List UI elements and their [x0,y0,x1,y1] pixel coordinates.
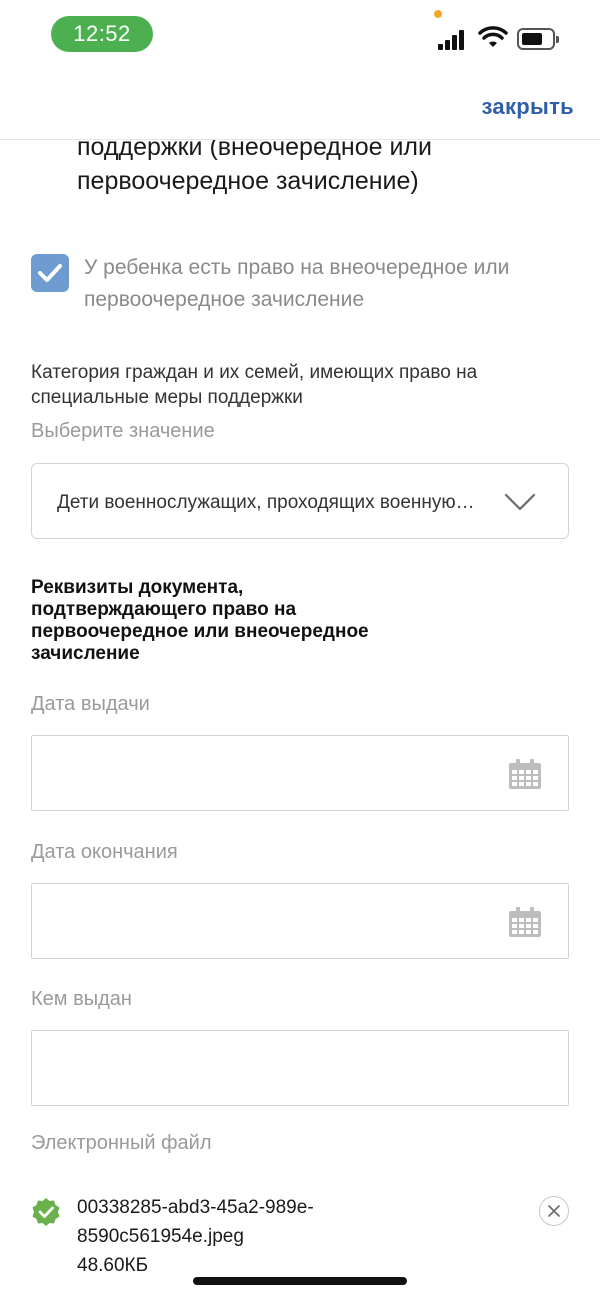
status-bar: 12:52 [0,0,600,70]
file-name: 00338285-abd3-45a2-989e-8590c561954e.jpe… [77,1197,314,1247]
priority-checkbox-label: У ребенка есть право на внеочередное или… [84,256,510,311]
document-section-title: Реквизиты документа, подтверждающего пра… [31,577,369,664]
cellular-signal-icon [438,30,468,50]
battery-icon [517,28,559,50]
category-label: Категория граждан и их семей, имеющих пр… [31,362,478,408]
file-size: 48.60КБ [77,1255,149,1276]
end-date-input[interactable] [31,883,569,959]
home-indicator[interactable] [193,1277,407,1285]
chevron-down-icon [504,493,536,511]
calendar-icon[interactable] [508,758,542,790]
close-icon [548,1205,560,1217]
category-selected-value: Дети военнослужащих, проходящих военную … [57,492,477,513]
issued-by-input[interactable] [31,1030,569,1106]
category-hint: Выберите значение [31,420,215,442]
checkmark-icon [38,264,62,282]
status-time: 12:52 [51,16,153,52]
issue-date-input[interactable] [31,735,569,811]
file-info: 00338285-abd3-45a2-989e-8590c561954e.jpe… [77,1193,397,1280]
close-button[interactable]: закрыть [481,94,574,120]
end-date-label: Дата окончания [31,841,178,863]
remove-file-button[interactable] [539,1196,569,1226]
file-success-icon [32,1198,60,1226]
issue-date-label: Дата выдачи [31,693,150,715]
calendar-icon[interactable] [508,906,542,938]
recording-dot-icon [434,10,442,18]
top-bar: закрыть [0,70,600,140]
issued-by-label: Кем выдан [31,988,132,1010]
priority-checkbox[interactable] [31,254,69,292]
file-label: Электронный файл [31,1132,212,1154]
wifi-icon [478,26,508,47]
section-heading: поддержки (внеочередное или первоочередн… [77,133,432,195]
category-select[interactable]: Дети военнослужащих, проходящих военную … [31,463,569,539]
